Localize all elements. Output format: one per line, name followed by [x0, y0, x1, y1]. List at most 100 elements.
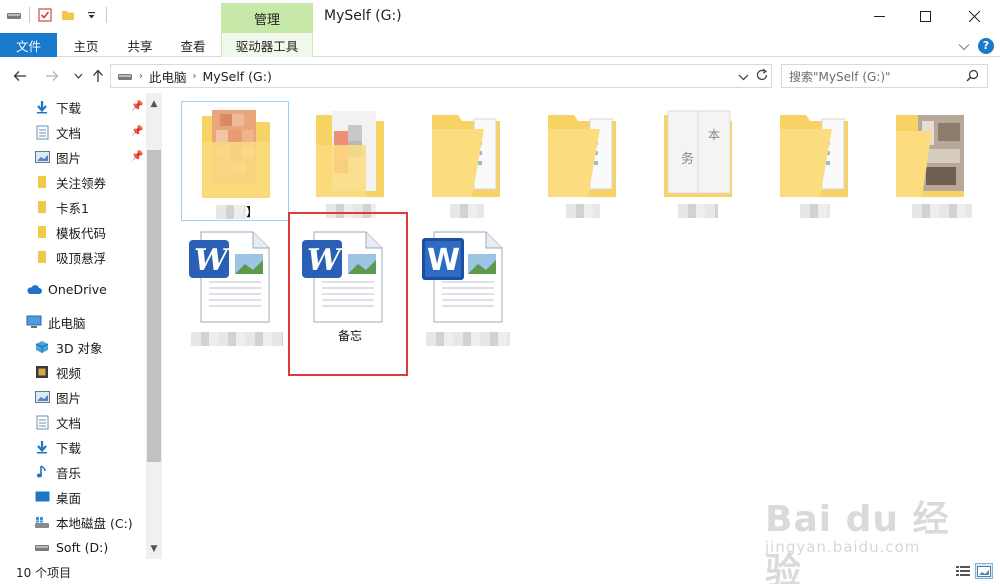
pin-icon[interactable]: 📌	[131, 151, 143, 162]
minimize-button[interactable]	[856, 0, 902, 32]
item-count: 10 个项目	[16, 566, 72, 580]
word-document-icon: W	[189, 231, 270, 323]
customize-toolbar-icon[interactable]	[83, 7, 99, 23]
folder-thumbnail-icon	[202, 110, 270, 198]
address-bar[interactable]: › 此电脑 › MySelf (G:)	[110, 64, 772, 88]
folder-item[interactable]: 】	[181, 101, 289, 221]
word-document-item[interactable]: W	[416, 226, 524, 346]
refresh-icon[interactable]	[755, 68, 769, 85]
navigation-pane: 下载 📌 文档 📌 图片 📌 关注领券 卡系1 模板代码 吸顶悬浮 OneDri…	[0, 93, 162, 559]
folder-item[interactable]	[296, 101, 404, 221]
blurred-file-name	[426, 332, 510, 346]
word-document-icon: W	[422, 231, 503, 323]
file-explorer-window: 管理 MySelf (G:) 文件 主页 共享 查看 驱动器工具 ? › 此电脑…	[0, 0, 1000, 584]
folder-item[interactable]	[876, 101, 984, 221]
video-icon	[34, 364, 50, 380]
folder-item[interactable]	[528, 101, 636, 221]
document-icon	[34, 124, 50, 140]
up-button[interactable]	[89, 66, 107, 86]
details-view-button[interactable]	[954, 563, 972, 579]
drive-icon	[117, 70, 133, 82]
svg-text:W: W	[194, 243, 231, 278]
blurred-file-name	[678, 204, 718, 218]
folder-item[interactable]: 务 本	[644, 101, 752, 221]
drive-icon[interactable]	[6, 7, 22, 23]
sidebar-item-label: 桌面	[56, 490, 82, 506]
chevron-right-icon[interactable]: ›	[139, 71, 143, 82]
download-icon	[34, 99, 50, 115]
tab-home[interactable]: 主页	[57, 33, 115, 57]
search-icon[interactable]	[966, 69, 979, 85]
breadcrumb-this-pc[interactable]: 此电脑	[149, 67, 187, 86]
help-icon[interactable]: ?	[978, 37, 994, 54]
sidebar-scroll-thumb[interactable]	[147, 150, 161, 462]
scroll-down-icon[interactable]: ▼	[146, 540, 162, 557]
computer-icon	[26, 314, 42, 330]
forward-button[interactable]	[43, 66, 61, 86]
sidebar-item-label: 视频	[56, 365, 82, 381]
toolbar-separator	[29, 7, 30, 23]
word-document-item[interactable]: W	[183, 226, 291, 346]
expand-ribbon-icon[interactable]	[958, 36, 970, 55]
toolbar-separator	[106, 7, 107, 23]
drive-icon	[34, 539, 50, 555]
music-icon	[34, 464, 50, 480]
recent-locations-icon[interactable]	[69, 66, 87, 86]
sidebar-item-label: 卡系1	[56, 200, 89, 216]
sidebar-item-label: 此电脑	[48, 315, 86, 331]
pin-icon[interactable]: 📌	[131, 101, 143, 112]
blurred-file-name	[216, 205, 246, 219]
sidebar-item-label: 关注领券	[56, 175, 107, 191]
folder-thumbnail-icon	[316, 111, 384, 197]
svg-text:W: W	[427, 243, 460, 278]
tab-view[interactable]: 查看	[164, 33, 222, 57]
document-icon	[34, 414, 50, 430]
folder-icon	[34, 224, 50, 240]
download-icon	[34, 439, 50, 455]
chevron-right-icon[interactable]: ›	[193, 71, 197, 82]
folder-icon	[34, 174, 50, 190]
sidebar-item-label: 3D 对象	[56, 340, 103, 356]
sidebar-item-label: 图片	[56, 150, 82, 166]
maximize-button[interactable]	[902, 0, 948, 32]
blurred-file-name	[450, 204, 484, 218]
quick-access-toolbar	[6, 7, 107, 23]
folder-icon	[34, 199, 50, 215]
folder-thumbnail-icon: 务 本	[664, 110, 732, 197]
search-input[interactable]: 搜索"MySelf (G:)"	[781, 64, 988, 88]
sidebar-item-label: 下载	[56, 100, 82, 116]
close-button[interactable]	[951, 0, 997, 32]
back-button[interactable]	[11, 66, 29, 86]
sidebar-item-label: 图片	[56, 390, 82, 406]
breadcrumb-drive[interactable]: MySelf (G:)	[203, 69, 272, 84]
sidebar-item-label: OneDrive	[48, 281, 107, 297]
sidebar-item-label: 模板代码	[56, 225, 107, 241]
sidebar-item-label: 文档	[56, 415, 82, 431]
blurred-file-name	[566, 204, 600, 218]
tab-manage[interactable]: 管理	[221, 3, 313, 33]
folder-thumbnail-icon	[548, 115, 616, 197]
pin-icon[interactable]: 📌	[131, 126, 143, 137]
thumbnail-glyph: 本	[708, 128, 720, 142]
sidebar-item-label: 本地磁盘 (C:)	[56, 515, 133, 531]
file-name-fragment: 】	[246, 205, 259, 219]
tab-file[interactable]: 文件	[0, 33, 57, 57]
tab-share[interactable]: 共享	[111, 33, 169, 57]
folder-item[interactable]	[412, 101, 520, 221]
new-folder-icon[interactable]	[60, 7, 76, 23]
properties-icon[interactable]	[37, 7, 53, 23]
scroll-up-icon[interactable]: ▲	[146, 95, 162, 112]
windows-drive-icon	[34, 514, 50, 530]
baidu-watermark: Bai du 经验 jingyan.baidu.com	[765, 480, 955, 584]
tab-drive-tools[interactable]: 驱动器工具	[221, 33, 313, 57]
folder-item[interactable]	[760, 101, 868, 221]
window-title: MySelf (G:)	[324, 8, 402, 24]
large-icons-view-button[interactable]	[975, 563, 993, 579]
folder-thumbnail-icon	[432, 115, 500, 197]
highlight-box	[288, 212, 408, 376]
chevron-down-icon[interactable]	[738, 69, 749, 84]
blurred-file-name	[912, 204, 972, 218]
cube-icon	[34, 339, 50, 355]
blurred-file-name	[191, 332, 283, 346]
sidebar-item-label: 吸顶悬浮	[56, 250, 107, 266]
